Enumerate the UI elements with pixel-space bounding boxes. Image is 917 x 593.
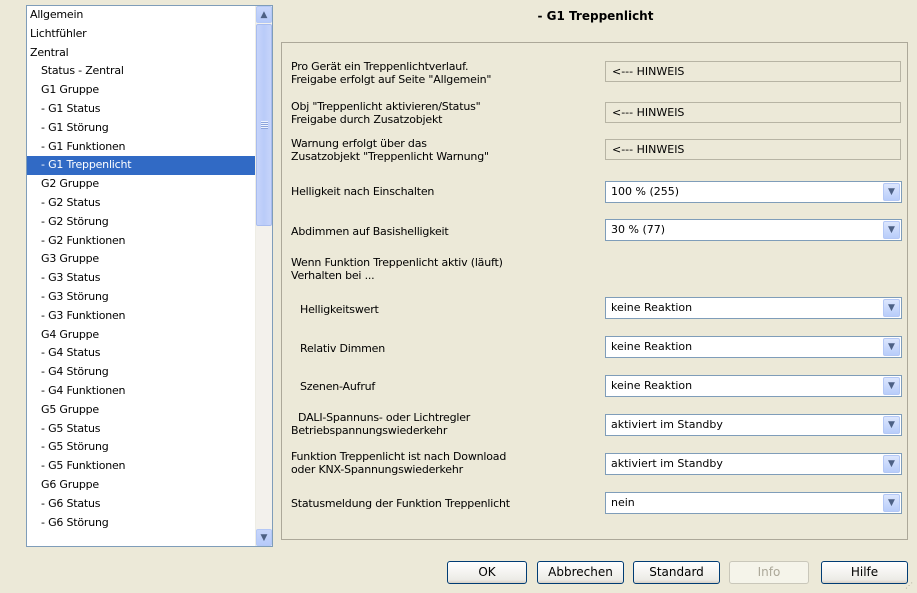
label-line: Obj "Treppenlicht aktivieren/Status" <box>291 100 481 113</box>
tree-item[interactable]: G3 Gruppe <box>27 250 255 269</box>
param-label-brightness-on: Helligkeit nach Einschalten <box>291 185 435 198</box>
select-value: aktiviert im Standby <box>611 457 723 470</box>
relative-dim-select[interactable]: keine Reaktion ▼ <box>605 336 902 358</box>
select-value: keine Reaktion <box>611 379 693 392</box>
hint-field-1: <--- HINWEIS <box>605 61 901 82</box>
tree-item[interactable]: - G2 Funktionen <box>27 232 255 251</box>
tree-item[interactable]: G6 Gruppe <box>27 476 255 495</box>
brightness-value-select[interactable]: keine Reaktion ▼ <box>605 297 902 319</box>
chevron-down-icon[interactable]: ▼ <box>883 494 900 512</box>
section-label-behavior: Wenn Funktion Treppenlicht aktiv (läuft)… <box>291 256 591 282</box>
resize-grip-icon[interactable]: ⋰ <box>905 581 915 591</box>
tree-item[interactable]: - G3 Status <box>27 269 255 288</box>
tree-item[interactable]: - G1 Status <box>27 100 255 119</box>
dali-voltage-select[interactable]: aktiviert im Standby ▼ <box>605 414 902 436</box>
tree-item[interactable]: G2 Gruppe <box>27 175 255 194</box>
tree-item[interactable]: - G6 Störung <box>27 514 255 533</box>
tree-scrollbar[interactable]: ▲ ▼ <box>255 6 272 546</box>
tree-item[interactable]: - G1 Treppenlicht <box>27 156 255 176</box>
cancel-button[interactable]: Abbrechen <box>537 561 624 584</box>
tree-item[interactable]: - G4 Status <box>27 344 255 363</box>
label-line: DALI-Spannuns- oder Lichtregler <box>298 411 471 424</box>
chevron-down-icon[interactable]: ▼ <box>883 455 900 473</box>
chevron-down-icon[interactable]: ▼ <box>883 221 900 239</box>
parameter-tree[interactable]: Allgemein Lichtfühler Zentral Status - Zent… <box>26 5 273 547</box>
hint-field-3: <--- HINWEIS <box>605 139 901 160</box>
select-value: keine Reaktion <box>611 340 693 353</box>
label-line: Verhalten bei ... <box>291 269 375 282</box>
tree-list: Allgemein Lichtfühler Zentral Status - Zent… <box>27 6 255 532</box>
param-label-brightness-value: Helligkeitswert <box>300 303 379 316</box>
label-line: Freigabe durch Zusatzobjekt <box>291 113 443 126</box>
info-button[interactable]: Info <box>729 561 809 584</box>
tree-item[interactable]: G4 Gruppe <box>27 326 255 345</box>
standard-button[interactable]: Standard <box>633 561 720 584</box>
param-label-warning: Warnung erfolgt über das Zusatzobjekt "T… <box>291 137 591 163</box>
tree-item[interactable]: - G5 Störung <box>27 438 255 457</box>
scene-call-select[interactable]: keine Reaktion ▼ <box>605 375 902 397</box>
param-label-scene-call: Szenen-Aufruf <box>300 380 376 393</box>
tree-item[interactable]: - G2 Status <box>27 194 255 213</box>
tree-item[interactable]: - G5 Funktionen <box>27 457 255 476</box>
tree-item[interactable]: Allgemein <box>27 6 255 25</box>
tree-item[interactable]: - G1 Störung <box>27 119 255 138</box>
help-button[interactable]: Hilfe <box>821 561 908 584</box>
param-label-after-download: Funktion Treppenlicht ist nach Download … <box>291 450 591 476</box>
brightness-on-select[interactable]: 100 % (255) ▼ <box>605 181 902 203</box>
select-value: aktiviert im Standby <box>611 418 723 431</box>
page-title: - G1 Treppenlicht <box>537 9 654 23</box>
dim-base-select[interactable]: 30 % (77) ▼ <box>605 219 902 241</box>
tree-item[interactable]: G5 Gruppe <box>27 401 255 420</box>
chevron-down-icon[interactable]: ▼ <box>883 299 900 317</box>
param-label-dim-base: Abdimmen auf Basishelligkeit <box>291 225 449 238</box>
chevron-down-icon[interactable]: ▼ <box>883 183 900 201</box>
label-line: Funktion Treppenlicht ist nach Download <box>291 450 507 463</box>
select-value: 100 % (255) <box>611 185 680 198</box>
select-value: nein <box>611 496 635 509</box>
label-line: Freigabe erfolgt auf Seite "Allgemein" <box>291 73 492 86</box>
label-line: Warnung erfolgt über das <box>291 137 427 150</box>
status-message-select[interactable]: nein ▼ <box>605 492 902 514</box>
tree-item[interactable]: - G1 Funktionen <box>27 138 255 157</box>
tree-item[interactable]: Lichtfühler <box>27 25 255 44</box>
ok-button[interactable]: OK <box>447 561 527 584</box>
tree-item[interactable]: Status - Zentral <box>27 62 255 81</box>
chevron-down-icon[interactable]: ▼ <box>883 416 900 434</box>
scrollbar-thumb[interactable] <box>256 24 272 226</box>
tree-item[interactable]: - G3 Funktionen <box>27 307 255 326</box>
tree-item[interactable]: G1 Gruppe <box>27 81 255 100</box>
tree-item[interactable]: - G4 Funktionen <box>27 382 255 401</box>
param-label-activate-status: Obj "Treppenlicht aktivieren/Status" Fre… <box>291 100 591 126</box>
label-line: oder KNX-Spannungswiederkehr <box>291 463 463 476</box>
select-value: 30 % (77) <box>611 223 666 236</box>
grip-icon <box>261 121 268 129</box>
select-value: keine Reaktion <box>611 301 693 314</box>
arrow-up-icon[interactable]: ▲ <box>256 6 272 23</box>
tree-item[interactable]: - G6 Status <box>27 495 255 514</box>
label-line: Wenn Funktion Treppenlicht aktiv (läuft) <box>291 256 503 269</box>
tree-item[interactable]: - G4 Störung <box>27 363 255 382</box>
tree-item[interactable]: Zentral <box>27 44 255 63</box>
tree-item[interactable]: - G5 Status <box>27 420 255 439</box>
after-download-select[interactable]: aktiviert im Standby ▼ <box>605 453 902 475</box>
chevron-down-icon[interactable]: ▼ <box>883 377 900 395</box>
tree-item[interactable]: - G3 Störung <box>27 288 255 307</box>
label-line: Zusatzobjekt "Treppenlicht Warnung" <box>291 150 489 163</box>
param-label-relative-dim: Relativ Dimmen <box>300 342 385 355</box>
hint-field-2: <--- HINWEIS <box>605 102 901 123</box>
arrow-down-icon[interactable]: ▼ <box>256 529 272 546</box>
param-label-dali-voltage: DALI-Spannuns- oder Lichtregler Betriebs… <box>291 411 598 437</box>
chevron-down-icon[interactable]: ▼ <box>883 338 900 356</box>
param-label-device-staircase: Pro Gerät ein Treppenlichtverlauf. Freig… <box>291 60 591 86</box>
tree-item[interactable]: - G2 Störung <box>27 213 255 232</box>
param-label-status-message: Statusmeldung der Funktion Treppenlicht <box>291 497 510 510</box>
label-line: Pro Gerät ein Treppenlichtverlauf. <box>291 60 469 73</box>
label-line: Betriebspannungswiederkehr <box>291 424 448 437</box>
